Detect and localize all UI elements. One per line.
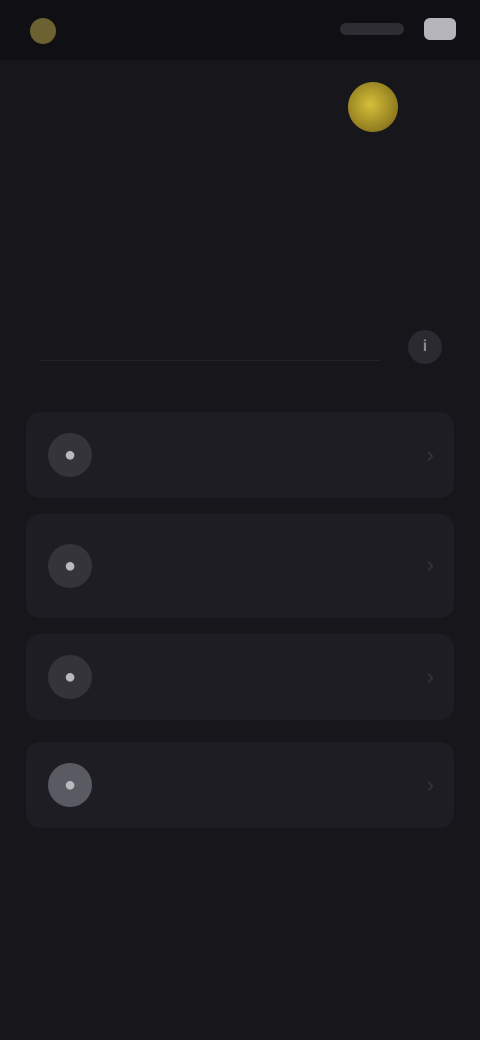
option-card-3[interactable]: ● › [26,634,454,720]
chevron-right-icon: › [426,772,434,797]
chevron-right-icon: › [426,552,434,577]
notification-icon [30,18,56,44]
divider [40,360,380,361]
user-icon: ● [48,763,92,807]
user-icon: ● [48,433,92,477]
coin-icon[interactable] [348,82,398,132]
info-button[interactable]: i [408,330,442,364]
chevron-right-icon: › [426,664,434,689]
signal-icon [340,23,404,35]
info-icon: i [422,338,428,355]
user-icon: ● [48,544,92,588]
battery-icon [424,18,456,40]
status-bar [0,0,480,60]
user-icon: ● [48,655,92,699]
status-right [340,18,456,40]
status-left [30,18,68,44]
option-card-1[interactable]: ● › [26,412,454,498]
chevron-right-icon: › [426,442,434,467]
option-card-4[interactable]: ● › [26,742,454,828]
option-card-2[interactable]: ● › [26,514,454,618]
